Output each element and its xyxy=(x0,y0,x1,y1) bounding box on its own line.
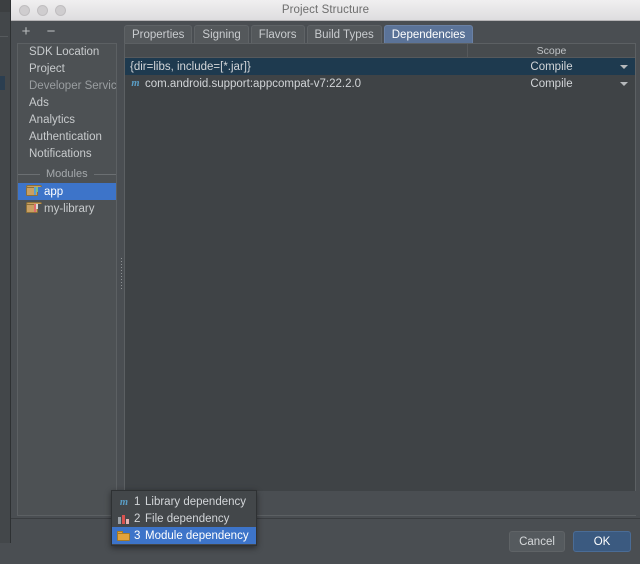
sidebar-modules-separator: Modules xyxy=(18,166,116,183)
scope-value: Compile xyxy=(530,78,572,90)
menu-item-number: 1 xyxy=(134,496,145,508)
background-window xyxy=(0,0,10,543)
remove-module-icon[interactable]: − xyxy=(43,24,59,40)
background-window-divider xyxy=(0,36,8,37)
tab-bar: Properties Signing Flavors Build Types D… xyxy=(124,23,634,44)
dialog-titlebar[interactable]: Project Structure xyxy=(11,0,640,21)
menu-item-library-dependency[interactable]: m 1 Library dependency xyxy=(112,493,256,510)
menu-item-label: Library dependency xyxy=(145,496,246,508)
cancel-button[interactable]: Cancel xyxy=(509,531,565,552)
tab-signing[interactable]: Signing xyxy=(194,25,248,44)
project-structure-dialog: Project Structure + − SDK Location Proje… xyxy=(10,0,640,543)
separator-line-left xyxy=(18,174,40,175)
dependency-name-text: com.android.support:appcompat-v7:22.2.0 xyxy=(145,78,361,90)
scope-value: Compile xyxy=(530,61,572,73)
background-window-titlebar xyxy=(0,0,10,12)
menu-item-file-dependency[interactable]: 2 File dependency xyxy=(112,510,256,527)
column-header-scope[interactable]: Scope xyxy=(468,44,635,57)
dialog-title: Project Structure xyxy=(282,4,369,16)
window-controls[interactable] xyxy=(19,5,66,16)
sidebar-item-sdk-location[interactable]: SDK Location xyxy=(18,44,116,61)
folder-icon xyxy=(117,530,131,542)
sidebar-item-my-library[interactable]: my-library xyxy=(18,200,116,217)
sidebar: SDK Location Project Developer Servic Ad… xyxy=(17,43,117,516)
background-window-highlight-strip xyxy=(0,76,5,90)
menu-item-label: Module dependency xyxy=(145,530,249,542)
bar-chart-icon xyxy=(117,513,131,525)
separator-line-right xyxy=(94,174,116,175)
menu-item-label: File dependency xyxy=(145,513,229,525)
sidebar-modules-label: Modules xyxy=(40,166,94,183)
dependencies-panel: Scope {dir=libs, include=[*.jar]} Compil… xyxy=(124,43,636,516)
add-module-icon[interactable]: + xyxy=(18,24,34,40)
sidebar-item-app-label: app xyxy=(44,186,63,198)
module-folder-icon xyxy=(26,186,39,197)
scope-dropdown[interactable]: Compile xyxy=(468,58,635,75)
table-row[interactable]: m com.android.support:appcompat-v7:22.2.… xyxy=(125,75,635,92)
table-row[interactable]: {dir=libs, include=[*.jar]} Compile xyxy=(125,58,635,75)
sidebar-item-developer-services[interactable]: Developer Servic xyxy=(18,78,116,95)
tab-build-types[interactable]: Build Types xyxy=(307,25,382,44)
scope-dropdown[interactable]: Compile xyxy=(468,75,635,92)
minimize-button[interactable] xyxy=(37,5,48,16)
close-button[interactable] xyxy=(19,5,30,16)
tab-dependencies[interactable]: Dependencies xyxy=(384,25,474,44)
menu-item-module-dependency[interactable]: 3 Module dependency xyxy=(112,527,256,544)
dependencies-table-header: Scope xyxy=(125,44,635,58)
menu-item-number: 2 xyxy=(134,513,145,525)
library-folder-icon xyxy=(26,203,39,214)
background-window-body xyxy=(0,12,10,543)
sidebar-item-my-library-label: my-library xyxy=(44,203,94,215)
tab-properties[interactable]: Properties xyxy=(124,25,192,44)
zoom-button[interactable] xyxy=(55,5,66,16)
dialog-footer: Cancel OK xyxy=(11,519,640,564)
sidebar-item-notifications[interactable]: Notifications xyxy=(18,146,116,163)
add-dependency-popup-menu: m 1 Library dependency 2 File dependency… xyxy=(111,490,257,546)
dependency-name: {dir=libs, include=[*.jar]} xyxy=(125,61,468,73)
sidebar-item-analytics[interactable]: Analytics xyxy=(18,112,116,129)
sidebar-item-authentication[interactable]: Authentication xyxy=(18,129,116,146)
sidebar-item-project[interactable]: Project xyxy=(18,61,116,78)
sidebar-item-ads[interactable]: Ads xyxy=(18,95,116,112)
maven-m-icon: m xyxy=(117,496,131,508)
ok-button[interactable]: OK xyxy=(573,531,631,552)
tab-flavors[interactable]: Flavors xyxy=(251,25,305,44)
column-header-name[interactable] xyxy=(125,44,468,57)
dependency-name: m com.android.support:appcompat-v7:22.2.… xyxy=(125,78,468,90)
menu-item-number: 3 xyxy=(134,530,145,542)
chevron-down-icon xyxy=(620,65,628,69)
chevron-down-icon xyxy=(620,82,628,86)
dialog-content: + − SDK Location Project Developer Servi… xyxy=(11,21,640,543)
sidebar-toolbar: + − xyxy=(11,21,121,43)
sidebar-item-app[interactable]: app xyxy=(18,183,116,200)
maven-m-icon: m xyxy=(130,78,141,89)
